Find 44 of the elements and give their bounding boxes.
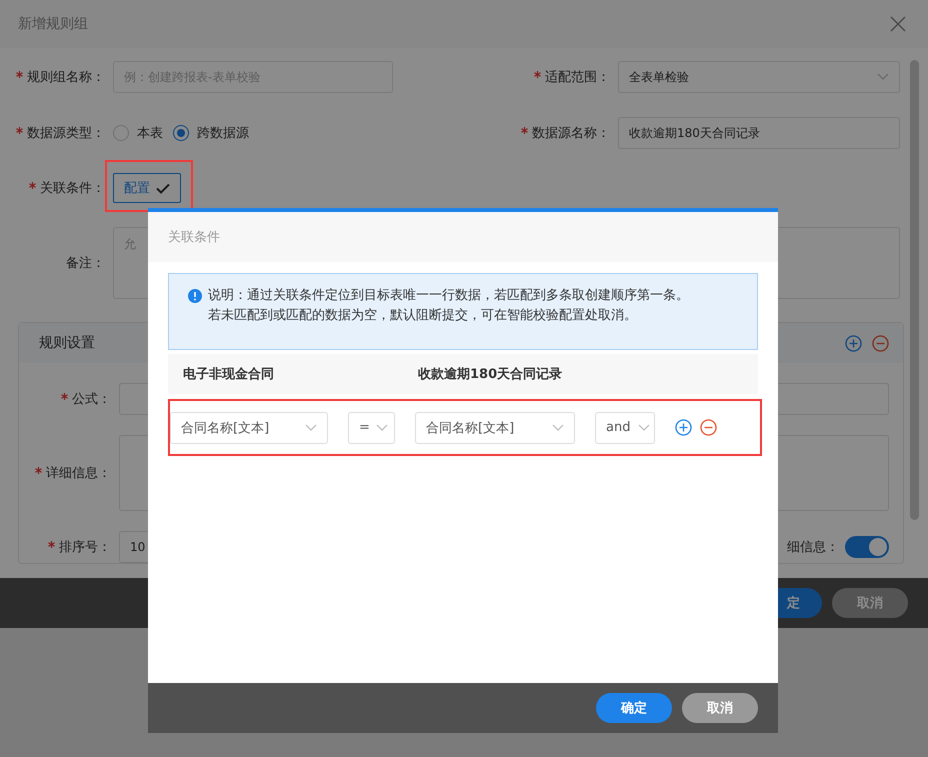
dialog-title: 新增规则组	[18, 15, 88, 33]
scope-select[interactable]: 全表单检验	[618, 61, 900, 93]
chevron-down-icon	[877, 73, 889, 81]
configure-button[interactable]: 配置	[113, 173, 181, 203]
radio-label[interactable]: 本表	[137, 124, 163, 142]
field-label: 备注：	[66, 256, 105, 271]
minus-circle-icon[interactable]	[872, 334, 889, 352]
source-name-field[interactable]: 收款逾期180天合同记录	[618, 117, 900, 149]
radio-button[interactable]	[113, 125, 129, 141]
notice-text: 说明：通过关联条件定位到目标表唯一一行数据，若匹配到多条取创建顺序第一条。	[208, 288, 689, 304]
column-header: 电子非现金合同	[183, 366, 275, 383]
plus-circle-icon[interactable]	[845, 334, 862, 352]
minus-circle-icon[interactable]	[700, 419, 717, 436]
close-icon[interactable]	[890, 16, 906, 32]
field-select[interactable]: 合同名称[文本]	[415, 412, 575, 444]
chevron-down-icon	[305, 424, 317, 432]
field-label: 关联条件：	[40, 181, 105, 196]
chevron-down-icon	[638, 424, 650, 432]
radio-button[interactable]	[173, 125, 189, 141]
field-label: 排序号：	[59, 540, 111, 555]
toggle-label: 细信息：	[787, 539, 839, 556]
radio-label[interactable]: 跨数据源	[197, 124, 249, 142]
chevron-down-icon	[552, 424, 564, 432]
chevron-down-icon	[376, 424, 388, 432]
footer-button[interactable]: 取消	[682, 693, 758, 723]
joiner-select[interactable]: and	[595, 412, 655, 444]
toggle-switch[interactable]	[845, 536, 889, 558]
check-icon	[156, 182, 170, 194]
field-label: 数据源类型：	[27, 126, 105, 141]
field-label: 公式：	[72, 392, 111, 407]
operator-select[interactable]: =	[348, 412, 395, 444]
notice-text: 若未匹配到或匹配的数据为空，默认阻断提交，可在智能校验配置处取消。	[208, 308, 638, 324]
column-header: 收款逾期180天合同记录	[418, 366, 564, 383]
scrollbar[interactable]	[910, 60, 919, 520]
info-icon	[188, 289, 202, 303]
field-label: 详细信息：	[46, 466, 111, 481]
field-label: 适配范围：	[545, 70, 610, 85]
section-title: 规则设置	[39, 334, 95, 352]
field-select[interactable]: 合同名称[文本]	[170, 412, 328, 444]
plus-circle-icon[interactable]	[675, 419, 692, 436]
field-label: 规则组名称：	[27, 70, 105, 85]
footer-button[interactable]: 确定	[596, 693, 672, 723]
field-label: 数据源名称：	[532, 126, 610, 141]
modal-title: 关联条件	[168, 229, 220, 246]
